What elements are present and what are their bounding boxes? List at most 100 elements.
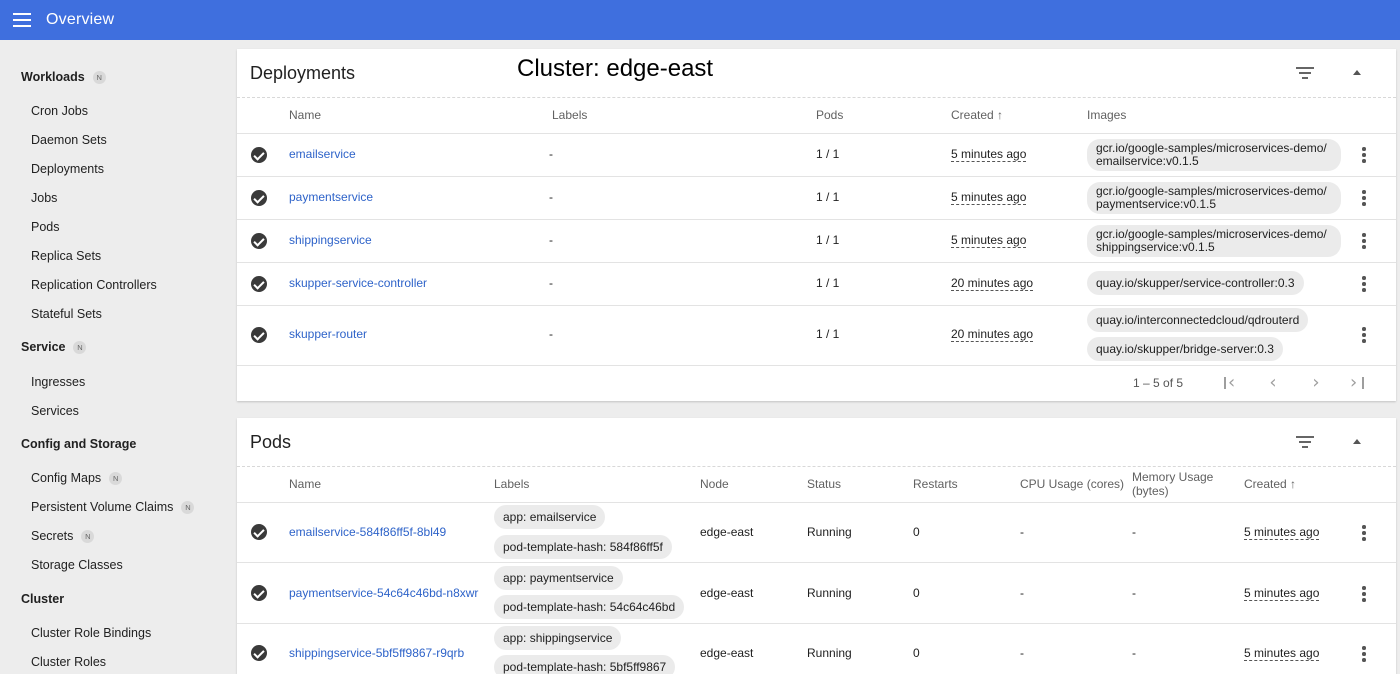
more-vert-icon[interactable]: [1362, 233, 1366, 249]
deployment-created: 5 minutes ago: [951, 147, 1027, 162]
top-app-bar: Overview: [0, 0, 1400, 40]
sidebar-item-config-maps[interactable]: Config Maps N: [31, 471, 123, 485]
sidebar-item-pods[interactable]: Pods: [31, 220, 60, 234]
image-chip: quay.io/skupper/bridge-server:0.3: [1087, 337, 1283, 361]
sidebar-item-deployments[interactable]: Deployments: [31, 162, 104, 176]
column-header-name[interactable]: Name: [289, 477, 321, 491]
pod-created: 5 minutes ago: [1244, 525, 1320, 540]
more-vert-icon[interactable]: [1362, 646, 1366, 662]
sidebar-item-daemon-sets[interactable]: Daemon Sets: [31, 133, 107, 147]
sidebar-item-secrets[interactable]: Secrets N: [31, 529, 95, 543]
label-chip: pod-template-hash: 584f86ff5f: [494, 535, 672, 559]
column-header-created-label: Created: [951, 108, 994, 122]
deployment-created: 20 minutes ago: [951, 327, 1034, 342]
check-circle-icon: [251, 190, 267, 206]
column-header-cpu: CPU Usage (cores): [1020, 477, 1125, 491]
deployment-created: 5 minutes ago: [951, 190, 1027, 205]
pod-node: edge-east: [700, 646, 754, 660]
sidebar-item-services[interactable]: Services: [31, 404, 79, 418]
deployment-name-link[interactable]: emailservice: [289, 147, 356, 161]
sidebar-section-cluster[interactable]: Cluster: [21, 592, 64, 606]
check-circle-icon: [251, 276, 267, 292]
pod-created: 5 minutes ago: [1244, 586, 1320, 601]
more-vert-icon[interactable]: [1362, 327, 1366, 343]
column-header-created[interactable]: Created ↑: [1244, 477, 1296, 491]
deployment-name-link[interactable]: paymentservice: [289, 190, 373, 204]
sidebar-item-storage-classes[interactable]: Storage Classes: [31, 558, 123, 572]
page-title: Overview: [46, 11, 115, 28]
image-chip: gcr.io/google-samples/microservices-demo…: [1087, 139, 1341, 171]
sidebar-section-config-storage[interactable]: Config and Storage: [21, 437, 136, 451]
more-vert-icon[interactable]: [1362, 276, 1366, 292]
filter-icon[interactable]: [1296, 67, 1314, 80]
more-vert-icon[interactable]: [1362, 190, 1366, 206]
deployment-name-link[interactable]: skupper-router: [289, 327, 367, 341]
created-timestamp: 20 minutes ago: [951, 276, 1034, 291]
deployments-title: Deployments: [250, 63, 356, 83]
pod-restarts: 0: [913, 586, 920, 600]
last-page-icon[interactable]: ›: [1348, 374, 1366, 392]
column-header-created-label: Created: [1244, 477, 1287, 491]
sidebar-item-jobs[interactable]: Jobs: [31, 191, 57, 205]
pod-name-link[interactable]: shippingservice-5bf5ff9867-r9qrb: [289, 646, 464, 660]
sidebar-item-persistent-volume-claims[interactable]: Persistent Volume Claims N: [31, 500, 195, 514]
pod-node: edge-east: [700, 525, 754, 539]
deployment-name-link[interactable]: shippingservice: [289, 233, 372, 247]
column-header-labels: Labels: [552, 108, 588, 122]
label-chip: app: paymentservice: [494, 566, 623, 590]
namespaced-badge: N: [109, 471, 123, 485]
sidebar-item-cluster-roles[interactable]: Cluster Roles: [31, 655, 106, 669]
column-header-restarts: Restarts: [913, 477, 958, 491]
sidebar-section-label: Config and Storage: [21, 437, 137, 451]
pod-cpu: -: [1020, 525, 1024, 539]
sidebar-section-workloads[interactable]: Workloads N: [21, 70, 106, 84]
more-vert-icon[interactable]: [1362, 525, 1366, 541]
sidebar-section-service[interactable]: Service N: [21, 340, 87, 354]
namespaced-badge: N: [92, 70, 106, 84]
label-chip: app: shippingservice: [494, 626, 622, 650]
pod-name-link[interactable]: paymentservice-54c64c46bd-n8xwr: [289, 586, 478, 600]
pod-restarts: 0: [913, 525, 920, 539]
next-page-icon[interactable]: ›: [1307, 374, 1325, 392]
collapse-icon[interactable]: [1353, 70, 1361, 75]
column-header-pods: Pods: [816, 108, 844, 122]
previous-page-icon[interactable]: ‹: [1264, 374, 1282, 392]
sidebar-item-stateful-sets[interactable]: Stateful Sets: [31, 307, 102, 321]
deployment-pods: 1 / 1: [816, 190, 840, 204]
pod-created: 5 minutes ago: [1244, 646, 1320, 661]
column-header-name[interactable]: Name: [289, 108, 321, 122]
menu-icon[interactable]: [13, 13, 31, 27]
sidebar-item-ingresses[interactable]: Ingresses: [31, 375, 85, 389]
deployment-name-link[interactable]: skupper-service-controller: [289, 276, 427, 290]
created-timestamp: 5 minutes ago: [1244, 646, 1320, 661]
pod-status: Running: [807, 586, 852, 600]
column-header-created[interactable]: Created ↑: [951, 108, 1003, 122]
pod-name-link[interactable]: emailservice-584f86ff5f-8bl49: [289, 525, 446, 539]
more-vert-icon[interactable]: [1362, 586, 1366, 602]
column-header-node: Node: [700, 477, 729, 491]
created-timestamp: 5 minutes ago: [951, 233, 1027, 248]
deployment-pods: 1 / 1: [816, 233, 840, 247]
check-circle-icon: [251, 327, 267, 343]
namespaced-badge: N: [181, 500, 195, 514]
check-circle-icon: [251, 147, 267, 163]
created-timestamp: 5 minutes ago: [951, 147, 1027, 162]
sidebar-item-cluster-role-bindings[interactable]: Cluster Role Bindings: [31, 626, 151, 640]
pod-restarts: 0: [913, 646, 920, 660]
label-chip: app: emailservice: [494, 505, 606, 529]
collapse-icon[interactable]: [1353, 439, 1361, 444]
sidebar-item-cron-jobs[interactable]: Cron Jobs: [31, 104, 88, 118]
filter-icon[interactable]: [1296, 436, 1314, 449]
created-timestamp: 5 minutes ago: [1244, 586, 1320, 601]
image-chip: gcr.io/google-samples/microservices-demo…: [1087, 225, 1341, 257]
sidebar-item-replica-sets[interactable]: Replica Sets: [31, 249, 101, 263]
column-header-status: Status: [807, 477, 842, 491]
first-page-icon[interactable]: ‹: [1222, 374, 1240, 392]
image-chip: quay.io/skupper/service-controller:0.3: [1087, 271, 1304, 295]
column-header-images: Images: [1087, 108, 1127, 122]
more-vert-icon[interactable]: [1362, 147, 1366, 163]
namespaced-badge: N: [81, 529, 95, 543]
pagination-range: 1 – 5 of 5: [1133, 376, 1184, 390]
sidebar-item-replication-controllers[interactable]: Replication Controllers: [31, 278, 157, 292]
pod-node: edge-east: [700, 586, 754, 600]
